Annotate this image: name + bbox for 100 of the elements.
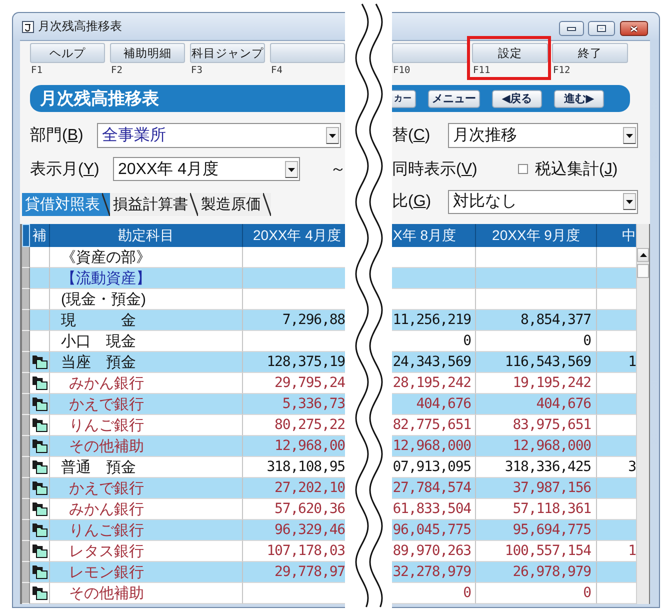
account-name: レモン銀行 [69, 562, 144, 582]
function-key-button[interactable]: 科目ジャンプ [190, 43, 265, 63]
function-key-label: F11 [472, 64, 490, 77]
field-label: 部門(B) [30, 126, 84, 146]
amount-value: 5,336,73 [282, 396, 345, 412]
checkbox[interactable] [518, 164, 528, 174]
amount-value: 404,676 [536, 396, 591, 412]
tab[interactable]: 製造原価 [198, 193, 271, 216]
amount-value: 95,694,775 [512, 522, 591, 538]
maximize-icon [597, 25, 606, 32]
field-label: 同時表示(V) [392, 160, 478, 180]
column-header: 20XX年 9月度 [492, 226, 580, 244]
toolbar-button[interactable]: ◀戻る [492, 90, 542, 108]
amount-value: 3 [628, 459, 636, 475]
amount-value: 57,620,36 [274, 501, 345, 517]
account-name: 《資産の部》 [61, 248, 151, 266]
amount-value: 1 [628, 543, 636, 559]
minimize-button[interactable] [559, 21, 584, 36]
dropdown[interactable]: 全事業所 [97, 122, 341, 148]
amount-value: 128,375,19 [266, 354, 345, 370]
amount-value: 96,045,775 [392, 522, 471, 538]
folder-stack-icon [32, 439, 48, 453]
toolbar-button[interactable]: 進む▶ [554, 90, 604, 108]
folder-stack-icon [32, 460, 48, 474]
amount-value: 0 [463, 585, 471, 601]
function-key-label: F4 [270, 64, 282, 77]
folder-stack-icon [32, 397, 48, 411]
amount-value: 7,296,88 [282, 312, 345, 328]
amount-value: 26,978,979 [512, 564, 591, 580]
folder-stack-icon [32, 502, 48, 516]
column-header: 20XX年 4月度 [253, 226, 341, 244]
window-title: 月次残高推移表 [38, 18, 122, 35]
function-key-button[interactable]: 補助明細 [110, 43, 185, 63]
minimize-icon [567, 26, 576, 30]
account-name: みかん銀行 [69, 374, 144, 392]
amount-value: 28,195,242 [392, 375, 471, 391]
account-name: みかん銀行 [69, 500, 144, 518]
amount-value: 12,968,000 [512, 438, 591, 454]
toolbar-button[interactable]: メニュー [428, 90, 480, 108]
dropdown[interactable]: 月次推移 [448, 122, 638, 148]
column-header: 補 [32, 226, 46, 244]
triangle-up-icon [640, 253, 646, 257]
account-name: 【流動資産】 [61, 268, 151, 288]
amount-value: 96,329,46 [274, 522, 345, 538]
amount-value: 0 [583, 585, 591, 601]
account-name: 小口 現金 [61, 332, 136, 350]
field-label: 替(C) [392, 126, 430, 146]
dropdown[interactable]: 対比なし [448, 190, 638, 214]
amount-value: 12,968,000 [392, 438, 471, 454]
amount-value: 19,195,242 [512, 375, 591, 391]
function-key-button[interactable]: 設定 [472, 43, 548, 63]
account-name: 当座 預金 [61, 352, 136, 372]
tab[interactable]: 損益計算書 [110, 193, 198, 216]
tab[interactable]: 貸借対照表 [22, 193, 110, 216]
dropdown[interactable]: 20XX年 4月度 [113, 157, 300, 181]
scroll-up-button[interactable] [637, 248, 649, 262]
account-name: 現 金 [61, 310, 136, 330]
checkbox-label[interactable]: 税込集計(J) [535, 158, 618, 180]
folder-stack-icon [32, 523, 48, 537]
account-name: その他補助 [69, 584, 144, 602]
function-key-button[interactable]: 終了 [552, 43, 628, 63]
amount-value: 8,854,377 [520, 312, 591, 328]
account-name: レタス銀行 [69, 542, 144, 560]
folder-stack-icon [32, 376, 48, 390]
folder-stack-icon [32, 481, 48, 495]
amount-value: 29,795,24 [274, 375, 345, 391]
range-separator: ～ [330, 160, 346, 180]
function-key-label: F10 [392, 64, 410, 77]
amount-value: 27,784,574 [392, 480, 471, 496]
close-icon [629, 24, 639, 32]
amount-value: 29,778,97 [274, 564, 345, 580]
folder-stack-icon [32, 586, 48, 600]
close-button[interactable] [620, 21, 648, 36]
amount-value: 07,913,095 [392, 459, 471, 475]
amount-value: 89,970,263 [392, 543, 471, 559]
app-icon [22, 20, 34, 32]
amount-value: 83,975,651 [512, 417, 591, 433]
maximize-button[interactable] [588, 21, 615, 36]
amount-value: 37,987,156 [512, 480, 591, 496]
amount-value: 80,275,22 [274, 417, 345, 433]
amount-value: 61,833,504 [392, 501, 471, 517]
amount-value: 82,775,651 [392, 417, 471, 433]
folder-stack-icon [32, 544, 48, 558]
scrollbar-thumb[interactable] [637, 264, 649, 278]
folder-stack-icon [32, 355, 48, 369]
column-header: 中 [622, 226, 636, 244]
account-name: かえで銀行 [69, 394, 144, 414]
amount-value: 27,202,10 [274, 480, 345, 496]
amount-value: 107,178,03 [266, 543, 345, 559]
account-name: りんご銀行 [69, 520, 144, 540]
account-name: かえで銀行 [69, 478, 144, 498]
field-label: 比(G) [392, 192, 432, 212]
function-key-label: F1 [30, 64, 42, 77]
function-key-label: F3 [190, 64, 202, 77]
function-key-button[interactable]: ヘルプ [30, 43, 105, 63]
amount-value: 0 [463, 333, 471, 349]
amount-value: 116,543,569 [504, 354, 591, 370]
toolbar-button[interactable]: カー [392, 90, 416, 108]
account-name: (現金・預金) [61, 290, 146, 308]
account-name: その他補助 [69, 436, 144, 456]
